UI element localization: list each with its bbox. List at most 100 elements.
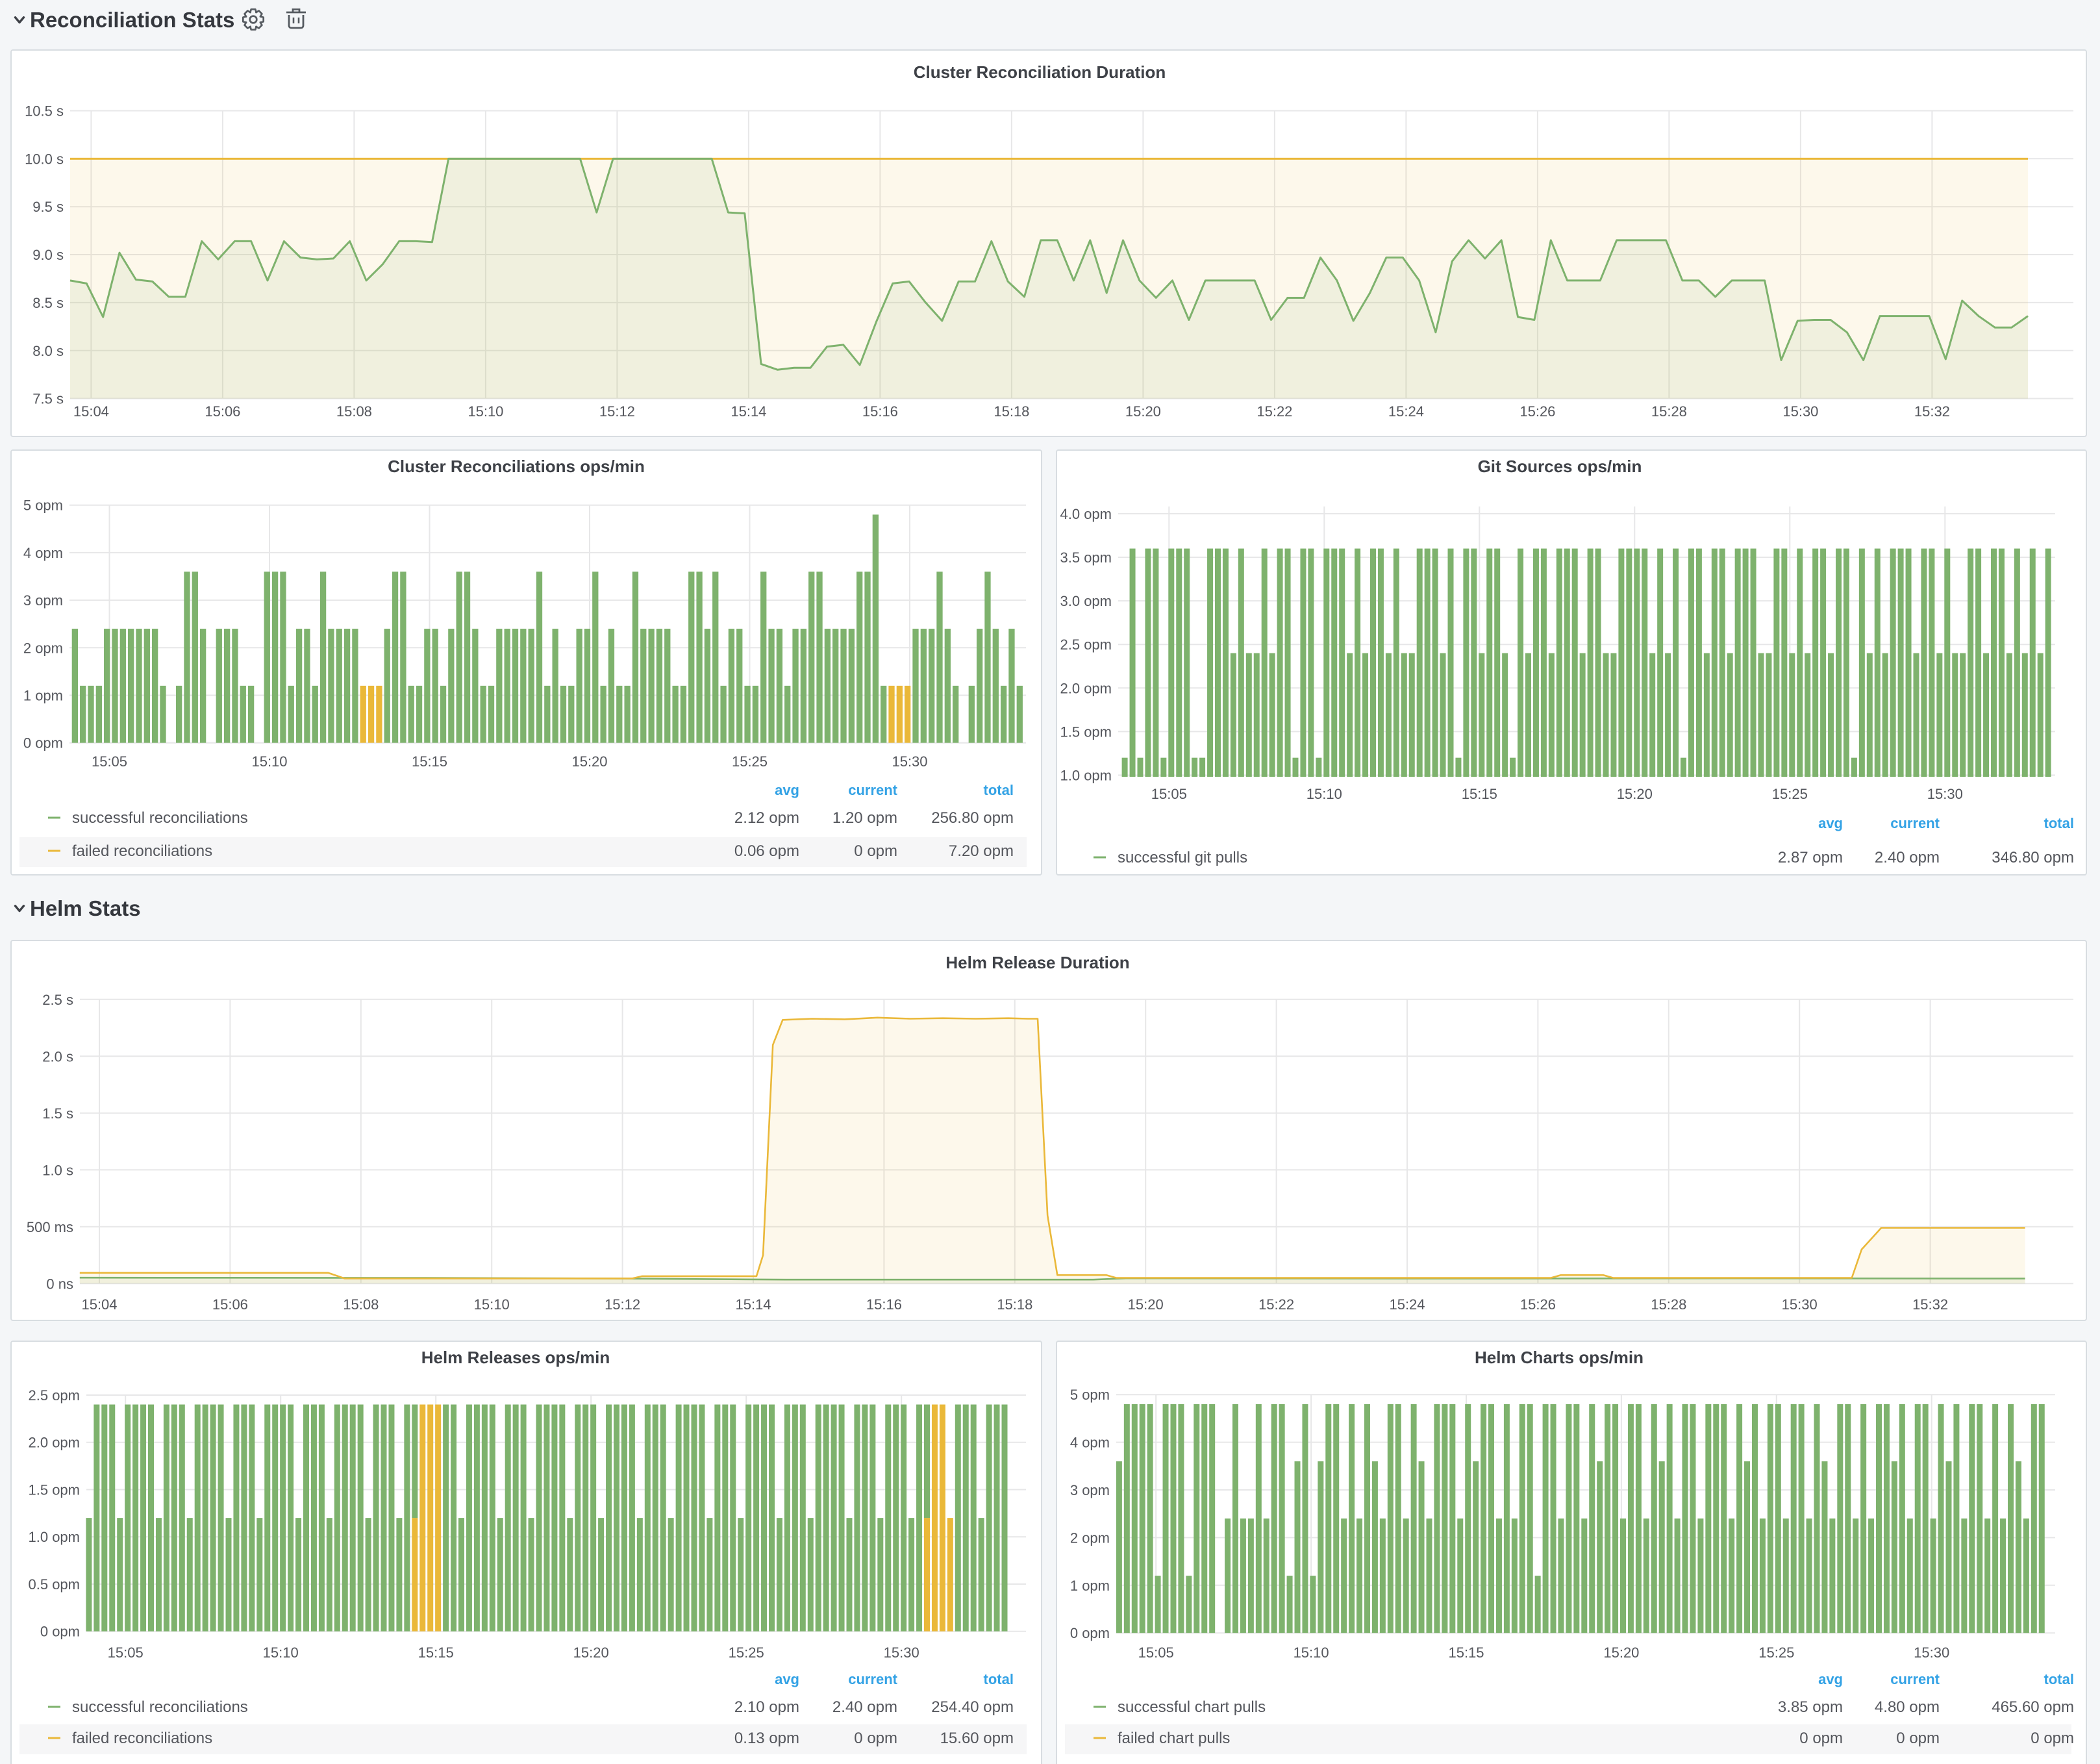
svg-text:0 opm: 0 opm	[854, 842, 897, 860]
svg-text:10.0 s: 10.0 s	[25, 151, 64, 167]
svg-text:15.60 opm: 15.60 opm	[940, 1730, 1014, 1747]
svg-text:Cluster Reconciliations ops/mi: Cluster Reconciliations ops/min	[388, 457, 645, 476]
svg-text:15:10: 15:10	[263, 1644, 299, 1661]
svg-text:1 opm: 1 opm	[1070, 1578, 1110, 1594]
svg-text:15:26: 15:26	[1520, 1296, 1556, 1313]
svg-text:15:25: 15:25	[1772, 786, 1808, 802]
svg-text:15:06: 15:06	[205, 403, 240, 420]
svg-text:successful reconciliations: successful reconciliations	[72, 1698, 248, 1716]
svg-text:15:15: 15:15	[1462, 786, 1497, 802]
svg-text:1.20 opm: 1.20 opm	[832, 809, 897, 827]
svg-text:2 opm: 2 opm	[1070, 1530, 1110, 1546]
svg-text:15:14: 15:14	[735, 1296, 771, 1313]
svg-text:total: total	[984, 782, 1014, 798]
svg-text:current: current	[1890, 1671, 1940, 1687]
svg-text:1.0 opm: 1.0 opm	[1060, 768, 1112, 784]
svg-text:4 opm: 4 opm	[1070, 1435, 1110, 1451]
svg-text:15:05: 15:05	[1151, 786, 1187, 802]
svg-text:8.0 s: 8.0 s	[32, 343, 64, 359]
svg-text:7.20 opm: 7.20 opm	[949, 842, 1014, 860]
svg-text:0 opm: 0 opm	[1896, 1730, 1940, 1747]
svg-text:2.0 opm: 2.0 opm	[1060, 680, 1112, 696]
svg-text:1.0 s: 1.0 s	[42, 1162, 73, 1178]
svg-text:successful git pulls: successful git pulls	[1118, 849, 1247, 866]
svg-text:0.06 opm: 0.06 opm	[734, 842, 799, 860]
svg-text:2.12 opm: 2.12 opm	[734, 809, 799, 827]
svg-text:15:10: 15:10	[251, 753, 287, 770]
svg-text:Helm Releases ops/min: Helm Releases ops/min	[421, 1348, 610, 1367]
svg-text:15:12: 15:12	[605, 1296, 640, 1313]
svg-text:total: total	[984, 1671, 1014, 1687]
svg-text:15:25: 15:25	[732, 753, 768, 770]
svg-text:15:04: 15:04	[73, 403, 109, 420]
svg-text:465.60 opm: 465.60 opm	[1992, 1698, 2074, 1716]
svg-text:2.40 opm: 2.40 opm	[832, 1698, 897, 1716]
svg-text:256.80 opm: 256.80 opm	[931, 809, 1014, 827]
svg-text:8.5 s: 8.5 s	[32, 295, 64, 311]
svg-text:15:06: 15:06	[212, 1296, 248, 1313]
svg-text:15:10: 15:10	[1294, 1644, 1329, 1661]
svg-text:2.5 opm: 2.5 opm	[1060, 636, 1112, 653]
svg-text:current: current	[848, 1671, 897, 1687]
svg-text:254.40 opm: 254.40 opm	[931, 1698, 1014, 1716]
svg-text:15:15: 15:15	[418, 1644, 454, 1661]
svg-text:15:25: 15:25	[729, 1644, 764, 1661]
svg-text:failed reconciliations: failed reconciliations	[72, 1730, 212, 1747]
svg-text:Git Sources ops/min: Git Sources ops/min	[1478, 457, 1642, 476]
svg-text:current: current	[848, 782, 897, 798]
svg-text:15:15: 15:15	[1448, 1644, 1484, 1661]
svg-text:15:16: 15:16	[866, 1296, 902, 1313]
svg-text:15:30: 15:30	[892, 753, 927, 770]
svg-text:15:05: 15:05	[1138, 1644, 1174, 1661]
svg-text:15:05: 15:05	[92, 753, 127, 770]
svg-text:failed chart pulls: failed chart pulls	[1118, 1730, 1230, 1747]
svg-text:1.5 opm: 1.5 opm	[29, 1482, 81, 1498]
svg-text:9.0 s: 9.0 s	[32, 247, 64, 263]
svg-text:0 opm: 0 opm	[40, 1624, 80, 1640]
svg-text:avg: avg	[775, 782, 799, 798]
svg-text:15:18: 15:18	[997, 1296, 1032, 1313]
svg-text:5 opm: 5 opm	[23, 498, 63, 514]
svg-text:15:10: 15:10	[474, 1296, 510, 1313]
svg-text:0 opm: 0 opm	[1070, 1625, 1110, 1641]
svg-text:15:10: 15:10	[1306, 786, 1342, 802]
svg-text:4.0 opm: 4.0 opm	[1060, 506, 1112, 522]
svg-text:3.85 opm: 3.85 opm	[1778, 1698, 1843, 1716]
svg-text:avg: avg	[775, 1671, 799, 1687]
svg-text:2 opm: 2 opm	[23, 640, 63, 656]
svg-text:15:04: 15:04	[81, 1296, 117, 1313]
svg-text:Helm Stats: Helm Stats	[30, 896, 141, 920]
svg-text:total: total	[2044, 815, 2074, 831]
svg-text:15:22: 15:22	[1256, 403, 1292, 420]
svg-text:5 opm: 5 opm	[1070, 1387, 1110, 1403]
svg-text:15:30: 15:30	[1782, 1296, 1818, 1313]
svg-text:15:22: 15:22	[1258, 1296, 1294, 1313]
svg-text:total: total	[2044, 1671, 2074, 1687]
svg-text:2.10 opm: 2.10 opm	[734, 1698, 799, 1716]
svg-text:15:30: 15:30	[1914, 1644, 1949, 1661]
svg-text:2.0 s: 2.0 s	[42, 1048, 73, 1065]
svg-text:Reconciliation Stats: Reconciliation Stats	[30, 8, 234, 32]
svg-text:0 opm: 0 opm	[1799, 1730, 1843, 1747]
svg-text:3.5 opm: 3.5 opm	[1060, 549, 1112, 566]
svg-text:Cluster Reconciliation Duratio: Cluster Reconciliation Duration	[914, 62, 1166, 82]
svg-text:15:28: 15:28	[1651, 1296, 1686, 1313]
svg-text:0.13 opm: 0.13 opm	[734, 1730, 799, 1747]
svg-text:0.5 opm: 0.5 opm	[29, 1576, 81, 1593]
svg-text:15:20: 15:20	[1125, 403, 1161, 420]
svg-text:15:20: 15:20	[1603, 1644, 1639, 1661]
svg-text:successful chart pulls: successful chart pulls	[1118, 1698, 1266, 1716]
svg-text:15:08: 15:08	[343, 1296, 379, 1313]
svg-text:2.5 opm: 2.5 opm	[29, 1387, 81, 1404]
svg-text:current: current	[1890, 815, 1940, 831]
svg-text:1 opm: 1 opm	[23, 688, 63, 704]
svg-text:15:15: 15:15	[412, 753, 447, 770]
svg-text:15:24: 15:24	[1389, 1296, 1425, 1313]
svg-text:15:08: 15:08	[336, 403, 372, 420]
svg-text:avg: avg	[1818, 1671, 1843, 1687]
svg-text:2.0 opm: 2.0 opm	[29, 1435, 81, 1451]
svg-text:2.40 opm: 2.40 opm	[1875, 849, 1940, 866]
svg-text:10.5 s: 10.5 s	[25, 103, 64, 120]
svg-text:15:32: 15:32	[1912, 1296, 1948, 1313]
svg-text:1.5 opm: 1.5 opm	[1060, 724, 1112, 740]
